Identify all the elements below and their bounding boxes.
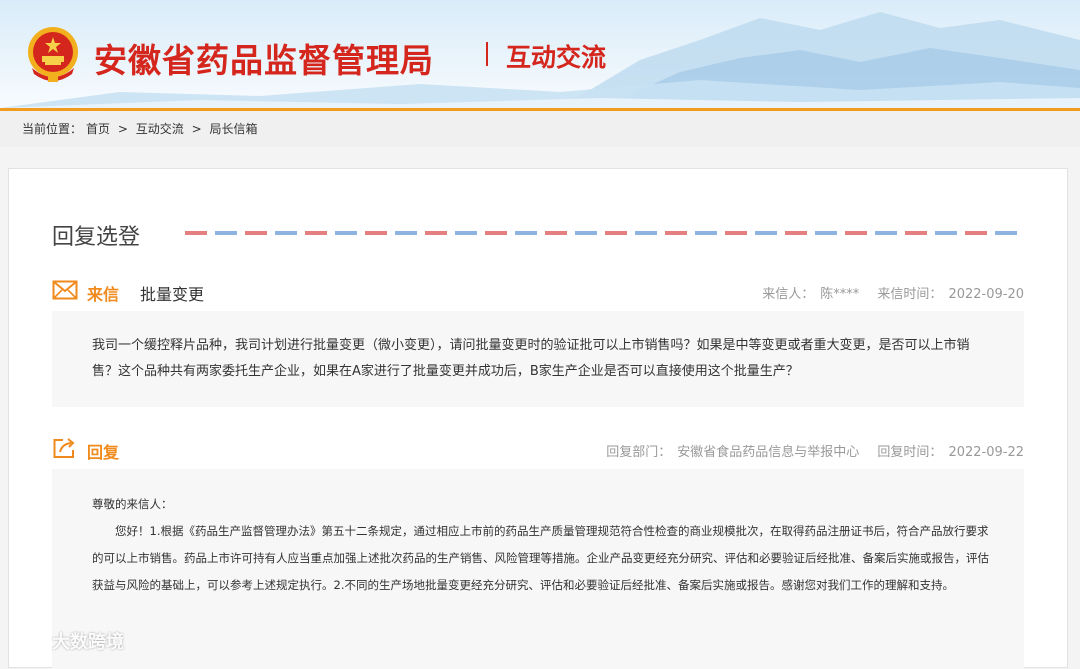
page-heading: 回复选登 [52, 225, 141, 250]
letter-label: 来信 [87, 285, 120, 304]
airmail-divider [185, 231, 1021, 235]
watermark-logo-icon [14, 632, 43, 650]
breadcrumb-item-mailbox[interactable]: 局长信箱 [209, 122, 257, 136]
national-emblem-icon [28, 27, 78, 82]
reply-meta: 回复部门： 安徽省食品药品信息与举报中心 回复时间： 2022-09-22 [600, 441, 1024, 460]
breadcrumb-label: 当前位置： [22, 122, 83, 136]
letter-date: 2022-09-20 [948, 287, 1024, 302]
envelope-icon [52, 280, 78, 300]
breadcrumb-separator: > [117, 122, 128, 136]
site-title[interactable]: 安徽省药品监督管理局 [94, 34, 434, 82]
letter-meta: 来信人： 陈**** 来信时间： 2022-09-20 [756, 283, 1024, 302]
reply-share-icon [53, 438, 75, 458]
title-divider [486, 42, 488, 66]
sender-label: 来信人： [762, 287, 815, 302]
breadcrumb-separator: > [191, 122, 202, 136]
letter-header: 来信 批量变更 来信人： 陈**** 来信时间： 2022-09-20 [52, 279, 1024, 305]
reply-label: 回复 [87, 443, 120, 462]
letter-subject: 批量变更 [140, 285, 205, 304]
watermark-text: 大数跨境 [52, 632, 124, 653]
letter-content-box: 我司一个缓控释片品种，我司计划进行批量变更（微小变更），请问批量变更时的验证批可… [52, 311, 1024, 407]
reply-content-box: 尊敬的来信人： 您好！1.根据《药品生产监督管理办法》第五十二条规定，通过相应上… [52, 469, 1024, 669]
letter-content: 我司一个缓控释片品种，我司计划进行批量变更（微小变更），请问批量变更时的验证批可… [92, 338, 970, 379]
reply-body: 您好！1.根据《药品生产监督管理办法》第五十二条规定，通过相应上市前的药品生产质… [92, 524, 989, 592]
section-title[interactable]: 互动交流 [506, 38, 606, 74]
reply-content: 尊敬的来信人： 您好！1.根据《药品生产监督管理办法》第五十二条规定，通过相应上… [92, 491, 992, 599]
reply-date-label: 回复时间： [877, 445, 943, 460]
reply-date: 2022-09-22 [948, 445, 1024, 460]
letter-date-label: 来信时间： [877, 287, 943, 302]
breadcrumb-item-home[interactable]: 首页 [86, 122, 110, 136]
reply-dept: 安徽省食品药品信息与举报中心 [677, 445, 860, 460]
reply-dept-label: 回复部门： [606, 445, 672, 460]
breadcrumb-item-interaction[interactable]: 互动交流 [136, 122, 184, 136]
reply-greeting: 尊敬的来信人： [92, 497, 173, 511]
reply-header: 回复 回复部门： 安徽省食品药品信息与举报中心 回复时间： 2022-09-22 [52, 437, 1024, 463]
reply-card: 回复选登 来信 批量变更 来信人： 陈**** 来信时间： 2022-09-20 我… [8, 168, 1068, 669]
sender-name: 陈**** [820, 287, 860, 302]
breadcrumb: 当前位置： 首页 > 互动交流 > 局长信箱 [0, 111, 1080, 147]
site-header: 安徽省药品监督管理局 互动交流 [0, 0, 1080, 108]
